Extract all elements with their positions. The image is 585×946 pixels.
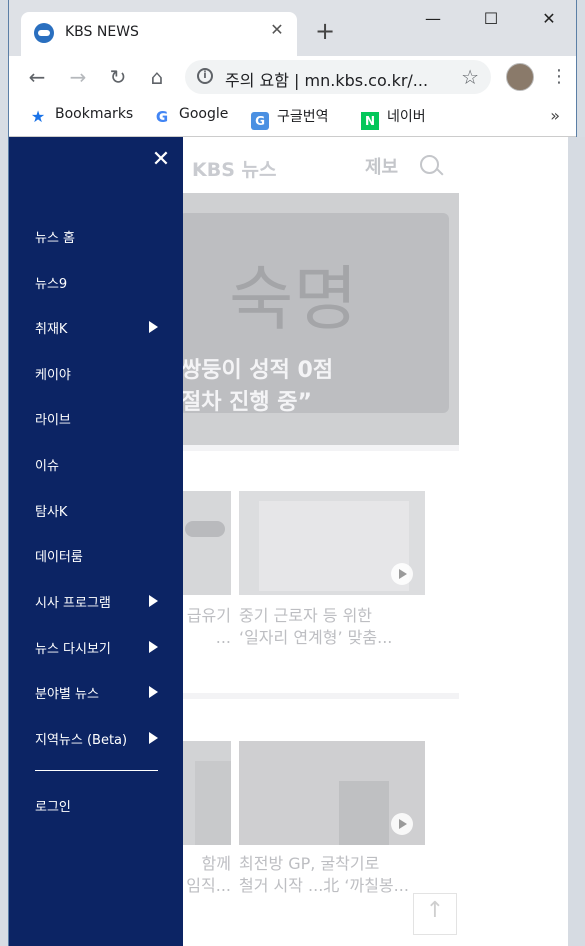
login-link[interactable]: 로그인 xyxy=(35,796,175,818)
menu-item-label: 케이야 xyxy=(35,368,71,383)
reload-icon[interactable]: ↻ xyxy=(104,63,132,91)
menu-item-local-news[interactable]: 지역뉴스 (Beta) xyxy=(35,729,175,751)
bookmarks-bar: ★ Bookmarks G Google G 구글번역 N 네이버 » xyxy=(9,98,576,137)
article-caption[interactable]: 중기 근로자 등 위한 ‘일자리 연계형’ 맞춤... xyxy=(239,605,425,649)
tab-close-icon[interactable]: ✕ xyxy=(267,20,287,40)
article-thumbnail[interactable] xyxy=(239,491,425,595)
menu-item-label: 탐사K xyxy=(35,505,68,520)
menu-item-dataroom[interactable]: 데이터룸 xyxy=(35,546,175,568)
title-bar: KBS NEWS ✕ + — ☐ ✕ xyxy=(9,0,576,56)
profile-avatar[interactable] xyxy=(506,63,534,91)
hero-headline-line1: 쌍둥이 성적 0점 xyxy=(181,358,334,383)
submenu-arrow-icon[interactable] xyxy=(149,732,158,744)
bookmarks-overflow-icon[interactable]: » xyxy=(550,106,560,125)
soldier-shape xyxy=(339,781,389,845)
article-thumbnail[interactable] xyxy=(239,741,425,845)
back-icon[interactable]: ← xyxy=(23,63,51,91)
tab-kbs-news[interactable]: KBS NEWS ✕ xyxy=(21,12,297,56)
person-shape xyxy=(195,761,231,845)
translate-icon: G xyxy=(251,112,269,130)
kbs-favicon-icon xyxy=(34,23,54,43)
menu-item-live[interactable]: 라이브 xyxy=(35,409,175,431)
maximize-button[interactable]: ☐ xyxy=(462,0,520,40)
caption-line: 중기 근로자 등 위한 xyxy=(239,606,373,625)
submenu-arrow-icon[interactable] xyxy=(149,595,158,607)
menu-item-label: 취재K xyxy=(35,322,68,337)
submenu-arrow-icon[interactable] xyxy=(149,686,158,698)
bookmark-google-translate[interactable]: G 구글번역 xyxy=(251,106,329,130)
plane-shape xyxy=(185,521,225,537)
bookmark-label: 네이버 xyxy=(387,109,426,125)
search-icon[interactable] xyxy=(420,155,439,174)
menu-item-label: 지역뉴스 (Beta) xyxy=(35,733,128,748)
site-info-icon[interactable]: i xyxy=(197,68,213,84)
hero-image-lettering: 숙명 xyxy=(229,258,358,340)
hero-headline-line2: 절차 진행 중” xyxy=(181,390,312,415)
submenu-arrow-icon[interactable] xyxy=(149,321,158,333)
bookmark-star-icon[interactable]: ☆ xyxy=(461,65,479,89)
menu-item-label: 뉴스 다시보기 xyxy=(35,642,111,657)
google-icon: G xyxy=(155,108,169,126)
naver-icon: N xyxy=(361,112,379,130)
browser-window: KBS NEWS ✕ + — ☐ ✕ ← → ↻ ⌂ i 주의 요함 | mn.… xyxy=(8,0,577,946)
close-menu-icon[interactable]: ✕ xyxy=(150,149,172,171)
caption-line: ‘일자리 연계형’ 맞춤... xyxy=(239,628,393,647)
bookmark-naver[interactable]: N 네이버 xyxy=(361,106,426,130)
menu-divider xyxy=(35,770,158,771)
address-bar[interactable]: i 주의 요함 | mn.kbs.co.kr/... ☆ xyxy=(185,60,491,94)
menu-item-label: 분야별 뉴스 xyxy=(35,687,99,702)
play-icon xyxy=(391,813,413,835)
menu-item-keiya[interactable]: 케이야 xyxy=(35,364,175,386)
close-window-button[interactable]: ✕ xyxy=(520,0,576,40)
article-caption[interactable]: 최전방 GP, 굴착기로 철거 시작 ...北 ‘까칠봉... xyxy=(239,853,425,897)
menu-item-issue[interactable]: 이슈 xyxy=(35,455,175,477)
report-link[interactable]: 제보 xyxy=(365,153,398,179)
menu-item-label: 라이브 xyxy=(35,413,71,428)
minimize-button[interactable]: — xyxy=(404,0,462,40)
page-viewport: KBS 뉴스 제보 숙명 쌍둥이 성적 0점 절차 진행 중” 급유기 ... … xyxy=(9,137,576,946)
menu-item-label: 뉴스9 xyxy=(35,277,68,292)
hero-headline: 쌍둥이 성적 0점 절차 진행 중” xyxy=(181,355,333,419)
caption-line: 최전방 GP, 굴착기로 xyxy=(239,854,380,873)
bookmark-label: 구글번역 xyxy=(277,109,329,125)
menu-item-news9[interactable]: 뉴스9 xyxy=(35,273,175,295)
bookmark-label: Bookmarks xyxy=(55,106,134,122)
menu-item-section-news[interactable]: 분야별 뉴스 xyxy=(35,683,175,705)
address-text[interactable]: 주의 요함 | mn.kbs.co.kr/... xyxy=(225,67,428,91)
menu-item-label: 시사 프로그램 xyxy=(35,596,111,611)
menu-item-label: 로그인 xyxy=(35,800,71,815)
bookmark-google[interactable]: G Google xyxy=(153,106,229,126)
star-icon: ★ xyxy=(30,107,46,126)
forward-icon[interactable]: → xyxy=(64,63,92,91)
tab-title: KBS NEWS xyxy=(65,24,139,40)
menu-item-chwijae-k[interactable]: 취재K xyxy=(35,318,175,340)
menu-item-news-replay[interactable]: 뉴스 다시보기 xyxy=(35,638,175,660)
browser-toolbar: ← → ↻ ⌂ i 주의 요함 | mn.kbs.co.kr/... ☆ ⋮ xyxy=(9,56,576,98)
building-shape xyxy=(259,501,409,591)
menu-item-news-home[interactable]: 뉴스 홈 xyxy=(35,227,175,249)
bookmark-bookmarks[interactable]: ★ Bookmarks xyxy=(29,106,133,126)
menu-item-label: 데이터룸 xyxy=(35,550,83,565)
caption-line: 철거 시작 ...北 ‘까칠봉... xyxy=(239,876,409,895)
home-icon[interactable]: ⌂ xyxy=(143,63,171,91)
new-tab-button[interactable]: + xyxy=(311,18,339,46)
menu-item-tamsa-k[interactable]: 탐사K xyxy=(35,501,175,523)
kbs-news-logo[interactable]: KBS 뉴스 xyxy=(192,155,276,182)
background-window-edge xyxy=(568,137,585,946)
browser-menu-icon[interactable]: ⋮ xyxy=(549,64,569,90)
scroll-to-top-button[interactable] xyxy=(413,893,457,935)
submenu-arrow-icon[interactable] xyxy=(149,641,158,653)
bookmark-label: Google xyxy=(179,106,229,122)
menu-item-label: 이슈 xyxy=(35,459,59,474)
side-menu-drawer: ✕ 뉴스 홈 뉴스9 취재K 케이야 라이브 이슈 탐사K 데이터룸 시사 프로… xyxy=(9,137,183,946)
menu-item-label: 뉴스 홈 xyxy=(35,231,76,246)
play-icon xyxy=(391,563,413,585)
menu-item-current-affairs[interactable]: 시사 프로그램 xyxy=(35,592,175,614)
